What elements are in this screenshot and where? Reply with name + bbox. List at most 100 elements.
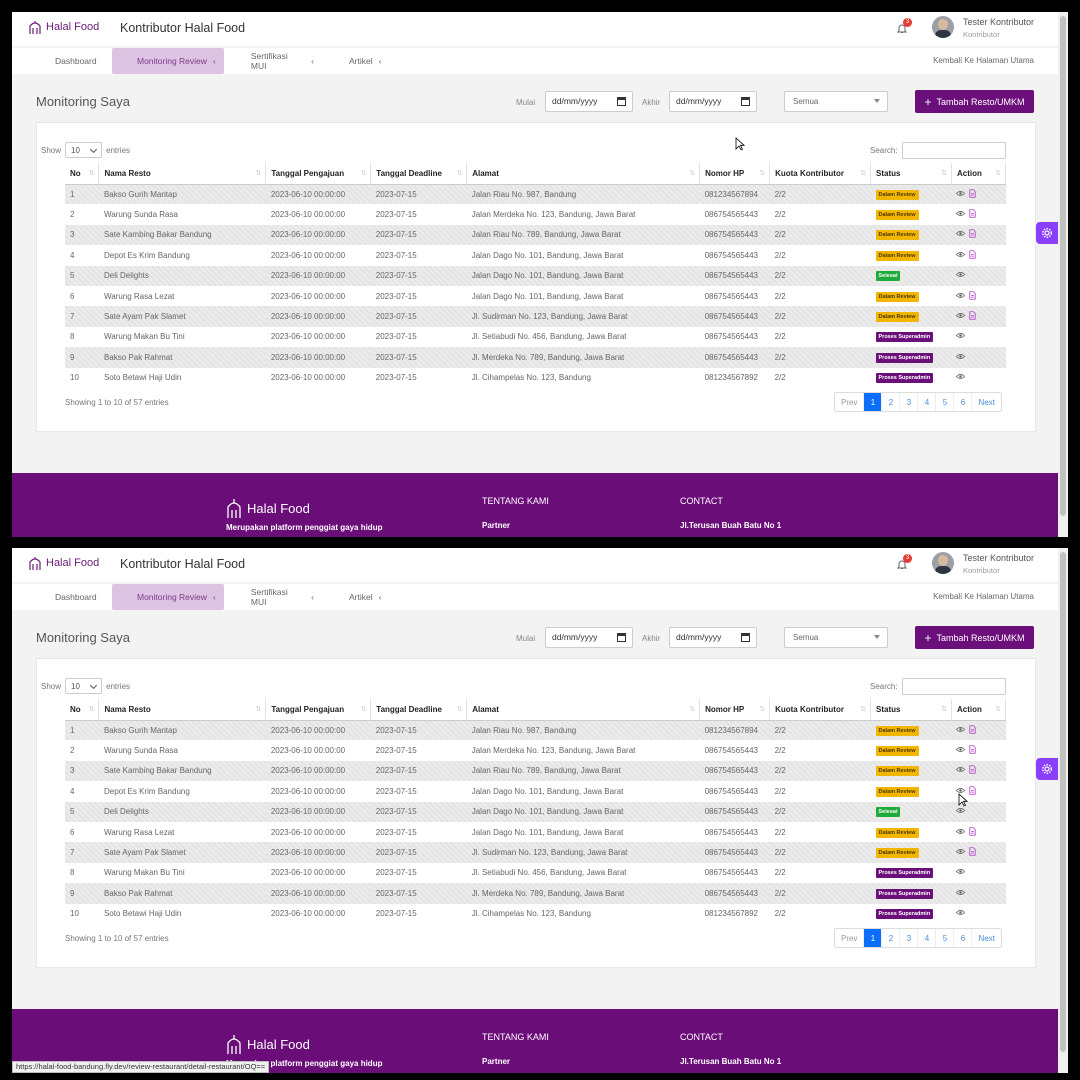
nav-item-monitoring-review[interactable]: Monitoring Review ‹ bbox=[112, 584, 224, 610]
brand-logo[interactable]: Halal Food bbox=[28, 19, 99, 35]
column-header[interactable]: Nomor HP ⇅ bbox=[699, 163, 771, 185]
start-date-input[interactable]: dd/mm/yyyy bbox=[545, 91, 633, 112]
eye-icon[interactable] bbox=[956, 806, 966, 815]
pagination-next[interactable]: Next bbox=[972, 929, 1000, 947]
eye-icon[interactable] bbox=[956, 847, 966, 856]
nav-item-monitoring-review[interactable]: Monitoring Review ‹ bbox=[112, 48, 224, 74]
add-resto-button[interactable]: + Tambah Resto/UMKM bbox=[915, 90, 1034, 113]
column-header[interactable]: Alamat ⇅ bbox=[466, 699, 701, 721]
nav-item-artikel[interactable]: Artikel ‹ bbox=[324, 48, 394, 74]
column-header[interactable]: No ⇅ bbox=[65, 163, 100, 185]
document-edit-icon[interactable] bbox=[968, 250, 977, 259]
settings-tab[interactable] bbox=[1036, 758, 1058, 780]
pagination-prev[interactable]: Prev bbox=[835, 929, 865, 947]
entries-select[interactable]: 10 bbox=[65, 142, 103, 158]
eye-icon[interactable] bbox=[956, 908, 966, 917]
column-header[interactable]: Status ⇅ bbox=[870, 163, 952, 185]
status-filter-select[interactable]: Semua bbox=[784, 627, 888, 648]
search-input[interactable] bbox=[901, 142, 1006, 159]
pagination-page[interactable]: 5 bbox=[936, 393, 955, 411]
nav-item-dashboard[interactable]: Dashboard bbox=[30, 48, 110, 74]
eye-icon[interactable] bbox=[956, 888, 966, 897]
brand-logo[interactable]: Halal Food bbox=[28, 555, 99, 571]
pagination-page[interactable]: 2 bbox=[882, 393, 901, 411]
document-edit-icon[interactable] bbox=[968, 725, 977, 734]
pagination-page[interactable]: 2 bbox=[882, 929, 901, 947]
pagination-prev[interactable]: Prev bbox=[835, 393, 865, 411]
pagination-page[interactable]: 1 bbox=[864, 393, 883, 411]
column-header[interactable]: Tanggal Deadline ⇅ bbox=[370, 699, 468, 721]
pagination-page[interactable]: 6 bbox=[954, 929, 973, 947]
eye-icon[interactable] bbox=[956, 725, 966, 734]
eye-icon[interactable] bbox=[956, 745, 966, 754]
pagination-page[interactable]: 1 bbox=[864, 929, 883, 947]
eye-icon[interactable] bbox=[956, 189, 966, 198]
column-header[interactable]: Tanggal Pengajuan ⇅ bbox=[265, 699, 372, 721]
column-header[interactable]: Kuota Kontributor ⇅ bbox=[769, 699, 872, 721]
footer-partner-link[interactable]: Partner bbox=[482, 521, 510, 530]
document-edit-icon[interactable] bbox=[968, 229, 977, 239]
pagination-page[interactable]: 3 bbox=[900, 393, 919, 411]
search-input[interactable] bbox=[901, 678, 1006, 695]
eye-icon[interactable] bbox=[956, 867, 966, 876]
calendar-icon[interactable] bbox=[741, 633, 750, 642]
nav-item-sertifikasi-mui[interactable]: Sertifikasi MUI ‹ bbox=[226, 48, 322, 74]
pagination-page[interactable]: 4 bbox=[918, 929, 937, 947]
column-header[interactable]: Nama Resto ⇅ bbox=[98, 699, 267, 721]
start-date-input[interactable]: dd/mm/yyyy bbox=[545, 627, 633, 648]
column-header[interactable]: Action ⇅ bbox=[951, 699, 1007, 721]
column-header[interactable]: Kuota Kontributor ⇅ bbox=[769, 163, 872, 185]
eye-icon[interactable] bbox=[956, 311, 966, 320]
add-resto-button[interactable]: + Tambah Resto/UMKM bbox=[915, 626, 1034, 649]
entries-select[interactable]: 10 bbox=[65, 678, 103, 694]
document-edit-icon[interactable] bbox=[968, 209, 977, 218]
document-edit-icon[interactable] bbox=[968, 847, 977, 856]
back-to-home-link[interactable]: Kembali Ke Halaman Utama bbox=[933, 56, 1034, 65]
pagination-page[interactable]: 6 bbox=[954, 393, 973, 411]
scrollbar-thumb[interactable] bbox=[1060, 16, 1066, 516]
pagination-page[interactable]: 3 bbox=[900, 929, 919, 947]
footer-partner-link[interactable]: Partner bbox=[482, 1057, 510, 1066]
end-date-input[interactable]: dd/mm/yyyy bbox=[669, 627, 757, 648]
calendar-icon[interactable] bbox=[741, 97, 750, 106]
eye-icon[interactable] bbox=[956, 229, 966, 238]
scrollbar-thumb[interactable] bbox=[1060, 552, 1066, 1052]
eye-icon[interactable] bbox=[956, 827, 966, 836]
document-edit-icon[interactable] bbox=[968, 765, 977, 775]
column-header[interactable]: Tanggal Deadline ⇅ bbox=[370, 163, 468, 185]
avatar[interactable] bbox=[932, 16, 954, 38]
nav-item-artikel[interactable]: Artikel ‹ bbox=[324, 584, 394, 610]
pagination-page[interactable]: 4 bbox=[918, 393, 937, 411]
back-to-home-link[interactable]: Kembali Ke Halaman Utama bbox=[933, 592, 1034, 601]
column-header[interactable]: Nomor HP ⇅ bbox=[699, 699, 771, 721]
column-header[interactable]: Status ⇅ bbox=[870, 699, 952, 721]
document-edit-icon[interactable] bbox=[968, 189, 977, 198]
pagination-page[interactable]: 5 bbox=[936, 929, 955, 947]
document-edit-icon[interactable] bbox=[968, 290, 977, 300]
page-scrollbar[interactable] bbox=[1058, 548, 1068, 1073]
column-header[interactable]: Alamat ⇅ bbox=[466, 163, 701, 185]
eye-icon[interactable] bbox=[956, 250, 966, 259]
nav-item-dashboard[interactable]: Dashboard bbox=[30, 584, 110, 610]
settings-tab[interactable] bbox=[1036, 222, 1058, 244]
eye-icon[interactable] bbox=[956, 765, 966, 774]
pagination-next[interactable]: Next bbox=[972, 393, 1000, 411]
document-edit-icon[interactable] bbox=[968, 745, 977, 754]
eye-icon[interactable] bbox=[956, 270, 966, 279]
column-header[interactable]: Nama Resto ⇅ bbox=[98, 163, 267, 185]
eye-icon[interactable] bbox=[956, 291, 966, 300]
calendar-icon[interactable] bbox=[617, 633, 626, 642]
eye-icon[interactable] bbox=[956, 372, 966, 381]
eye-icon[interactable] bbox=[956, 209, 966, 218]
document-edit-icon[interactable] bbox=[968, 826, 977, 836]
calendar-icon[interactable] bbox=[617, 97, 626, 106]
eye-icon[interactable] bbox=[956, 352, 966, 361]
document-edit-icon[interactable] bbox=[968, 311, 977, 320]
column-header[interactable]: Tanggal Pengajuan ⇅ bbox=[265, 163, 372, 185]
end-date-input[interactable]: dd/mm/yyyy bbox=[669, 91, 757, 112]
eye-icon[interactable] bbox=[956, 331, 966, 340]
nav-item-sertifikasi-mui[interactable]: Sertifikasi MUI ‹ bbox=[226, 584, 322, 610]
avatar[interactable] bbox=[932, 552, 954, 574]
column-header[interactable]: Action ⇅ bbox=[951, 163, 1007, 185]
column-header[interactable]: No ⇅ bbox=[65, 699, 100, 721]
